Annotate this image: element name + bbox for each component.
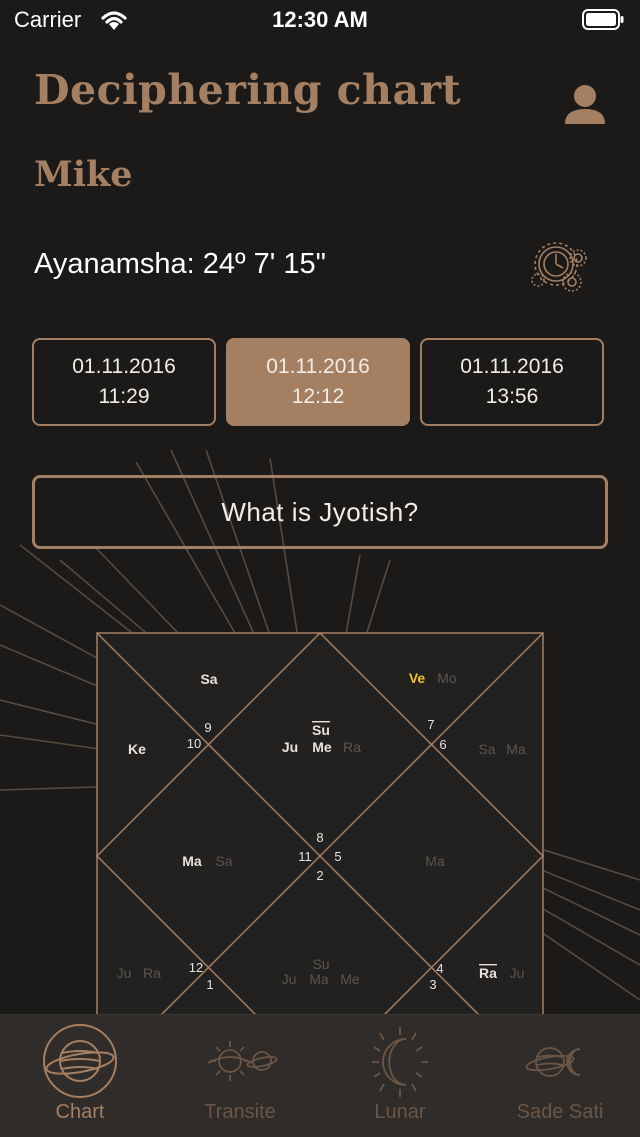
planet-jupiter[interactable]: Ju: [117, 965, 132, 981]
sun-planet-transit-icon: [207, 1041, 278, 1081]
house-number: 4: [436, 961, 443, 976]
planet-rahu[interactable]: Ra: [143, 965, 161, 981]
date-option-time: 11:29: [98, 385, 150, 408]
house-number: 3: [429, 977, 436, 992]
tab-lunar[interactable]: Lunar: [320, 1015, 480, 1137]
profile-name: Mike: [34, 154, 133, 195]
tab-chart[interactable]: Chart: [0, 1015, 160, 1137]
planet-mars[interactable]: Ma: [506, 741, 526, 757]
planet-ketu[interactable]: Ke: [128, 741, 146, 757]
planet-mars[interactable]: Ma: [425, 853, 445, 869]
tab-transite[interactable]: Transite: [160, 1015, 320, 1137]
what-is-jyotish-button[interactable]: What is Jyotish?: [32, 475, 608, 549]
date-option-2[interactable]: 01.11.2016 12:12: [226, 338, 410, 426]
saturn-chart-icon: [43, 1024, 117, 1098]
moon-rays-icon: [372, 1027, 428, 1097]
house-number: 7: [427, 717, 434, 732]
birth-chart: 9 10 7 6 8 11 5 2 12 1 4 3 Sa Ve Mo Ke S…: [96, 632, 544, 1014]
date-option-date: 01.11.2016: [72, 355, 176, 378]
date-option-3[interactable]: 01.11.2016 13:56: [420, 338, 604, 426]
planet-rahu-retro[interactable]: Ra: [479, 965, 497, 981]
tab-label: Chart: [55, 1101, 105, 1123]
date-option-date: 01.11.2016: [266, 355, 370, 378]
tab-label: Transite: [204, 1101, 276, 1123]
house-number: 12: [189, 960, 203, 975]
planet-jupiter[interactable]: Ju: [282, 739, 298, 755]
planet-mars[interactable]: Ma: [182, 853, 202, 869]
battery-icon: [582, 9, 624, 30]
profile-button[interactable]: [562, 82, 608, 126]
date-option-time: 12:12: [291, 385, 345, 408]
planet-mars[interactable]: Ma: [309, 971, 329, 987]
planet-saturn[interactable]: Sa: [215, 853, 232, 869]
user-icon: [565, 85, 605, 124]
house-number: 10: [187, 736, 201, 751]
planet-saturn[interactable]: Sa: [200, 671, 217, 687]
house-number: 5: [334, 849, 341, 864]
ayanamsha-settings-button[interactable]: [526, 234, 594, 298]
house-number: 11: [298, 849, 312, 864]
planet-moon[interactable]: Mo: [437, 670, 457, 686]
house-number: 8: [316, 830, 323, 845]
date-option-time: 13:56: [485, 385, 539, 408]
planet-rahu[interactable]: Ra: [343, 739, 361, 755]
planet-venus[interactable]: Ve: [409, 670, 426, 686]
clock-gears-icon: [531, 242, 587, 292]
planet-mercury[interactable]: Me: [312, 739, 332, 755]
tab-sade-sati[interactable]: Sade Sati: [480, 1015, 640, 1137]
tab-label: Lunar: [374, 1101, 426, 1123]
planet-saturn[interactable]: Sa: [478, 741, 495, 757]
date-option-date: 01.11.2016: [460, 355, 564, 378]
planet-jupiter[interactable]: Ju: [510, 965, 525, 981]
tab-label: Sade Sati: [516, 1101, 604, 1123]
status-bar: Carrier 12:30 AM: [0, 0, 640, 40]
planet-jupiter[interactable]: Ju: [282, 971, 297, 987]
planet-sun[interactable]: Su: [312, 956, 329, 972]
planet-sun-retro[interactable]: Su: [312, 722, 330, 738]
house-number: 2: [316, 868, 323, 883]
ayanamsha-value: Ayanamsha: 24º 7' 15": [34, 248, 326, 280]
planet-mercury[interactable]: Me: [340, 971, 360, 987]
saturn-moon-icon: [525, 1047, 581, 1077]
page-title: Deciphering chart: [34, 66, 462, 114]
tab-bar: Chart Transite Lunar Sade Sati: [0, 1014, 640, 1137]
date-option-1[interactable]: 01.11.2016 11:29: [32, 338, 216, 426]
house-number: 9: [204, 720, 211, 735]
house-number: 6: [439, 737, 446, 752]
status-time: 12:30 AM: [272, 7, 368, 32]
house-number: 1: [206, 977, 213, 992]
date-selector: 01.11.2016 11:29 01.11.2016 12:12 01.11.…: [32, 338, 608, 430]
